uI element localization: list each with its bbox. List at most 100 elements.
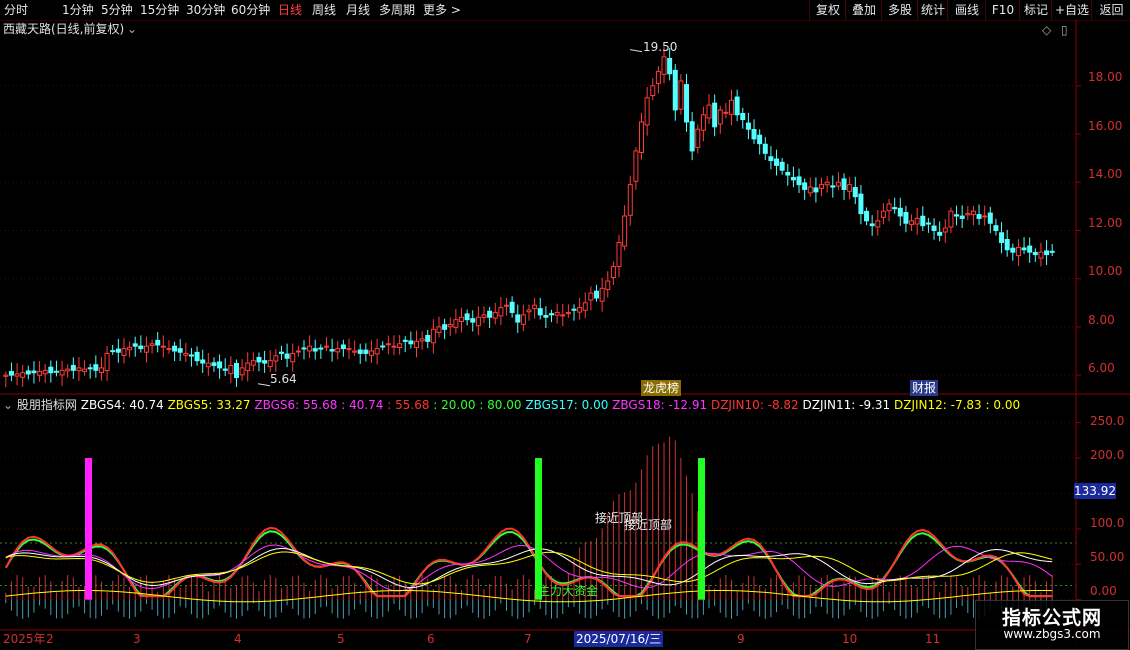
period-monthly[interactable]: 月线	[346, 2, 370, 18]
period-15min[interactable]: 15分钟	[140, 2, 179, 18]
f10-button[interactable]: F10	[985, 0, 1020, 20]
add-watchlist-button[interactable]: +自选	[1051, 0, 1092, 20]
candle-body	[397, 343, 403, 349]
candle-body	[301, 347, 307, 350]
candle-body	[734, 96, 740, 116]
chevron-down-icon[interactable]: ⌄	[127, 21, 137, 37]
signal-column	[85, 458, 92, 600]
candle-body	[723, 111, 729, 114]
candle-body	[76, 367, 82, 372]
high-price-label: 19.50	[643, 40, 678, 54]
candle-body	[149, 343, 155, 346]
restore-rights-button[interactable]: 复权	[809, 0, 846, 20]
candle-body	[413, 340, 419, 348]
price-tick: 12.00	[1088, 216, 1123, 230]
candle-body	[59, 369, 65, 376]
period-60min[interactable]: 60分钟	[231, 2, 270, 18]
period-30min[interactable]: 30分钟	[186, 2, 225, 18]
candle-body	[565, 311, 571, 315]
candle-body	[757, 134, 763, 145]
event-tag-dragon-tiger[interactable]: 龙虎榜	[641, 380, 682, 396]
candle-body	[93, 364, 99, 371]
candle-body	[616, 242, 622, 267]
candle-body	[481, 314, 487, 318]
month-label: 4	[234, 632, 242, 646]
candle-body	[532, 304, 538, 310]
candle-body	[447, 323, 453, 328]
candle-body	[903, 211, 909, 224]
candle-body	[391, 345, 397, 348]
candle-body	[8, 371, 14, 376]
candle-body	[110, 350, 116, 353]
indicator-tick: 0.00	[1090, 584, 1117, 598]
candle-body	[605, 280, 611, 290]
candle-body	[408, 340, 414, 345]
mark-button[interactable]: 标记	[1019, 0, 1052, 20]
back-button[interactable]: 返回	[1091, 0, 1130, 20]
candle-body	[132, 343, 138, 347]
candlestick-series	[3, 46, 1055, 388]
candle-body	[965, 213, 971, 216]
diamond-icon[interactable]: ◇	[1042, 22, 1051, 38]
candle-body	[87, 367, 93, 370]
candle-body	[700, 114, 706, 131]
candle-body	[1021, 247, 1027, 251]
candle-body	[160, 345, 166, 348]
period-intraday[interactable]: 分时	[4, 2, 28, 18]
candle-body	[937, 231, 943, 236]
statistics-button[interactable]: 统计	[917, 0, 948, 20]
candle-body	[1032, 251, 1038, 256]
candle-body	[819, 184, 825, 189]
candle-body	[368, 350, 374, 356]
candle-body	[920, 215, 926, 227]
candle-body	[858, 193, 864, 215]
candle-body	[740, 112, 746, 121]
period-5min[interactable]: 5分钟	[101, 2, 133, 18]
candle-body	[402, 339, 408, 342]
panel-toggle-icon[interactable]: ▯	[1061, 22, 1068, 38]
candle-body	[672, 69, 678, 111]
multi-stock-button[interactable]: 多股	[881, 0, 918, 20]
candle-body	[633, 150, 639, 182]
period-toolbar: 分时 1分钟 5分钟 15分钟 30分钟 60分钟 日线 周线 月线 多周期 更…	[0, 0, 1130, 21]
chart-canvas[interactable]	[0, 20, 1130, 650]
period-weekly[interactable]: 周线	[312, 2, 336, 18]
candle-body	[588, 292, 594, 301]
candle-body	[796, 176, 802, 186]
candle-body	[847, 184, 853, 192]
candle-body	[31, 370, 37, 374]
period-daily[interactable]: 日线	[278, 2, 302, 18]
candle-body	[886, 203, 892, 212]
candle-body	[284, 353, 290, 359]
candle-body	[925, 222, 931, 225]
collapse-icon[interactable]: ⌄	[3, 398, 13, 412]
candle-body	[318, 347, 324, 350]
candle-body	[768, 156, 774, 162]
candle-body	[346, 348, 352, 351]
draw-line-button[interactable]: 画线	[947, 0, 986, 20]
candle-body	[841, 178, 847, 190]
watermark-url: www.zbgs3.com	[1003, 627, 1101, 641]
candle-body	[909, 220, 915, 226]
period-1min[interactable]: 1分钟	[62, 2, 94, 18]
candle-body	[869, 223, 875, 227]
candle-body	[931, 225, 937, 231]
overlay-button[interactable]: 叠加	[845, 0, 882, 20]
candle-body	[98, 367, 104, 373]
candle-body	[48, 366, 54, 374]
period-multi[interactable]: 多周期	[379, 2, 415, 18]
candle-body	[790, 177, 796, 181]
event-tag-earnings[interactable]: 财报	[910, 380, 939, 396]
candle-body	[20, 372, 26, 378]
candle-body	[453, 319, 459, 328]
candle-body	[864, 210, 870, 222]
low-price-label: 5.64	[270, 372, 297, 386]
month-label: 5	[337, 632, 345, 646]
candle-body	[1010, 247, 1016, 253]
candle-body	[121, 348, 127, 357]
candle-body	[42, 369, 48, 375]
candle-body	[222, 368, 228, 371]
candle-body	[470, 318, 476, 323]
indicator-name[interactable]: 股朋指标网	[17, 398, 77, 412]
period-more[interactable]: 更多 >	[423, 2, 461, 18]
